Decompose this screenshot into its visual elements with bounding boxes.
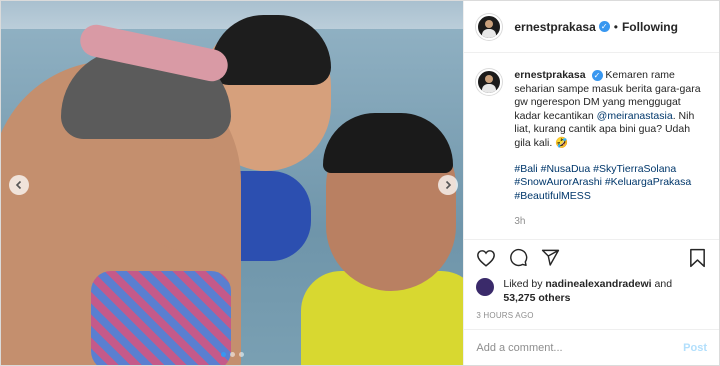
hashtags[interactable]: #Bali #NusaDua #SkyTierraSolana #SnowAur… <box>514 163 702 204</box>
avatar[interactable] <box>476 278 495 296</box>
caption-username[interactable]: ernestprakasa <box>514 69 585 81</box>
dot-separator: • <box>613 19 618 34</box>
photo-hand <box>141 141 236 251</box>
share-icon[interactable] <box>540 248 560 268</box>
verified-badge-icon: ✓ <box>591 70 603 82</box>
username-link[interactable]: ernestprakasa <box>514 20 595 34</box>
post-modal: ernestprakasa ✓ • Following ernestprakas… <box>0 0 720 366</box>
likes-count-link[interactable]: 53,275 others <box>503 292 570 304</box>
carousel-dot <box>220 352 226 357</box>
liked-by-label: Liked by <box>503 278 543 290</box>
post-button[interactable]: Post <box>683 342 707 354</box>
post-header: ernestprakasa ✓ • Following <box>464 1 719 53</box>
comment-input[interactable] <box>476 341 684 354</box>
mention-link[interactable]: @meiranastasia <box>597 110 673 122</box>
caption: ernestprakasa ✓ Kemaren rame seharian sa… <box>514 69 702 239</box>
carousel-dots <box>1 352 463 357</box>
chevron-right-icon[interactable] <box>438 175 458 195</box>
carousel-dot <box>229 352 235 357</box>
bookmark-icon[interactable] <box>687 248 707 268</box>
photo-swimsuit <box>91 271 231 365</box>
liked-by-and: and <box>654 278 673 290</box>
likes-text: Liked by nadinealexandradewi and 53,275 … <box>503 277 672 305</box>
comment-icon[interactable] <box>508 248 528 268</box>
post-side-panel: ernestprakasa ✓ • Following ernestprakas… <box>463 1 719 365</box>
action-bar <box>464 239 719 275</box>
following-button[interactable]: Following <box>622 20 678 34</box>
likes-summary: Liked by nadinealexandradewi and 53,275 … <box>464 275 719 311</box>
post-timestamp[interactable]: 3 HOURS AGO <box>464 311 719 329</box>
chevron-left-icon[interactable] <box>9 175 29 195</box>
avatar[interactable] <box>476 13 503 40</box>
comments-section: ernestprakasa ✓ Kemaren rame seharian sa… <box>464 53 719 239</box>
emoji: 🤣 <box>555 136 569 149</box>
caption-time[interactable]: 3h <box>514 215 702 229</box>
verified-badge-icon: ✓ <box>598 21 610 32</box>
avatar[interactable] <box>476 69 503 95</box>
liked-by-user-link[interactable]: nadinealexandradewi <box>545 278 651 290</box>
add-comment-bar: Post <box>464 329 719 365</box>
heart-icon[interactable] <box>476 248 496 268</box>
post-photo[interactable] <box>1 1 464 365</box>
carousel-dot <box>238 352 244 357</box>
